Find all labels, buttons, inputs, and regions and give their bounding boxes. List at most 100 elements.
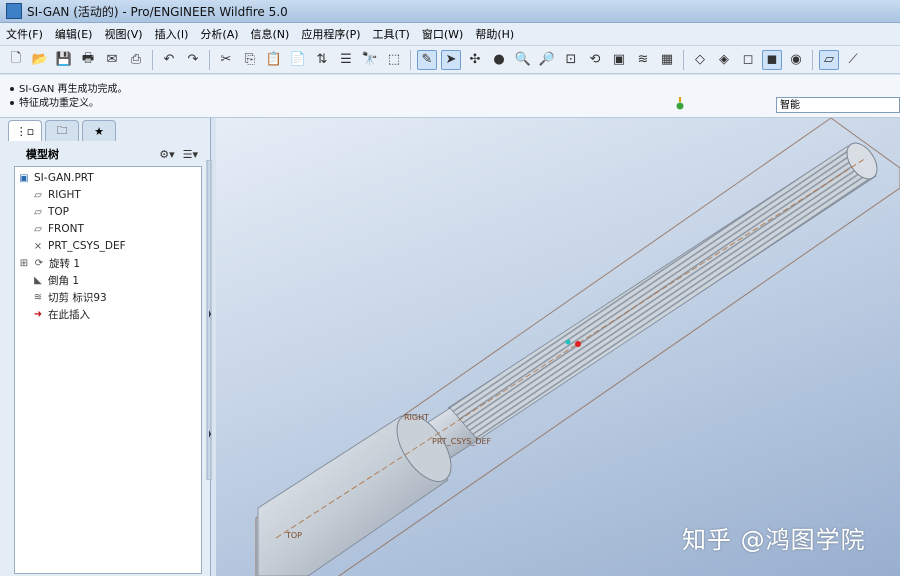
- message-area: SI-GAN 再生成功完成。 特征成功重定义。: [0, 75, 900, 118]
- threaded-shaft: [447, 145, 877, 441]
- toolbar-separator: [812, 49, 813, 70]
- regen-manager-icon[interactable]: ☰: [336, 50, 356, 70]
- tab-model-tree[interactable]: ⋮▫: [8, 120, 42, 141]
- panel-splitter[interactable]: [206, 160, 212, 480]
- tree-item-right[interactable]: ▱ RIGHT: [31, 187, 81, 203]
- menu-analysis[interactable]: 分析(A): [194, 26, 244, 42]
- hidden-line-icon[interactable]: ◈: [714, 50, 734, 70]
- search-icon[interactable]: 🔭: [360, 50, 380, 70]
- csys-icon: ⨯: [33, 240, 43, 252]
- tab-favorites[interactable]: ★: [82, 120, 116, 141]
- regenerate-icon[interactable]: ⇅: [312, 50, 332, 70]
- print-icon[interactable]: 🖶: [78, 50, 98, 70]
- refit-icon[interactable]: ⊡: [561, 50, 581, 70]
- redo-icon[interactable]: ↷: [183, 50, 203, 70]
- datum-plane-display-icon[interactable]: ▱: [819, 49, 839, 70]
- datum-label-right: RIGHT: [404, 413, 429, 422]
- navigator-tabs: ⋮▫ 🗀 ★: [8, 120, 119, 142]
- layers-icon[interactable]: ≋: [633, 50, 653, 70]
- spin-center-icon[interactable]: ✣: [465, 50, 485, 70]
- tree-settings-icon[interactable]: ⚙▾: [159, 148, 174, 161]
- csys-marker: [565, 339, 571, 345]
- select-box-icon[interactable]: ⬚: [384, 50, 404, 70]
- tree-item-top[interactable]: ▱ TOP: [31, 204, 69, 220]
- csys-marker: [575, 341, 581, 347]
- copy-icon[interactable]: ⎘: [240, 50, 260, 70]
- tab-folder-browser[interactable]: 🗀: [45, 120, 79, 141]
- datum-axis-display-icon[interactable]: ⟋: [843, 50, 863, 70]
- paste-special-icon[interactable]: 📄: [288, 50, 308, 70]
- undo-icon[interactable]: ↶: [159, 50, 179, 70]
- menu-info[interactable]: 信息(N): [245, 26, 296, 42]
- zoom-in-icon[interactable]: 🔍: [513, 50, 533, 70]
- new-file-icon[interactable]: 🗋: [6, 50, 26, 70]
- model-tree-header: 模型树 ⚙▾ ☰▾: [8, 144, 202, 164]
- model-tree: ▣ SI-GAN.PRT ▱ RIGHT ▱ TOP ▱ FRONT ⨯ PRT…: [14, 166, 202, 574]
- menu-edit[interactable]: 编辑(E): [49, 26, 99, 42]
- saved-views-icon[interactable]: ▣: [609, 50, 629, 70]
- datum-plane-icon: ▱: [34, 206, 42, 218]
- menu-bar: 文件(F) 编辑(E) 视图(V) 插入(I) 分析(A) 信息(N) 应用程序…: [0, 23, 900, 46]
- no-hidden-icon[interactable]: ◻: [738, 50, 758, 70]
- menu-file[interactable]: 文件(F): [0, 26, 49, 42]
- model-view[interactable]: RIGHT PRT_CSYS_DEF TOP: [216, 118, 900, 576]
- wireframe-icon[interactable]: ◇: [690, 50, 710, 70]
- status-light-icon: [676, 97, 684, 110]
- datum-plane-icon: ▱: [34, 223, 42, 235]
- reorient-icon[interactable]: ⟲: [585, 50, 605, 70]
- model-tree-icon: ⋮▫: [15, 124, 35, 138]
- message-line: 特征成功重定义。: [10, 94, 99, 109]
- chamfer-icon: ◣: [34, 274, 42, 286]
- tree-item-insert-here[interactable]: ➜ 在此插入: [31, 306, 90, 322]
- navigator-panel: ⋮▫ 🗀 ★ 模型树 ⚙▾ ☰▾ ▣ SI-GAN.PRT ▱ RIGHT ▱ …: [0, 118, 211, 576]
- toolbar-separator: [209, 49, 210, 70]
- tree-item-cut[interactable]: ≋ 切剪 标识93: [31, 289, 107, 305]
- enhanced-realism-icon[interactable]: ◉: [786, 50, 806, 70]
- app-icon: [6, 3, 22, 19]
- tree-columns-icon[interactable]: ☰▾: [183, 148, 198, 161]
- open-folder-icon[interactable]: 📂: [30, 50, 50, 70]
- main-toolbar: 🗋 📂 💾 🖶 ✉ ⎙ ↶ ↷ ✂ ⎘ 📋 📄 ⇅ ☰ 🔭 ⬚ ✎ ➤ ✣ ● …: [0, 46, 900, 74]
- cut-icon: ≋: [33, 291, 43, 303]
- model-tree-tools: ⚙▾ ☰▾: [159, 148, 202, 161]
- menu-help[interactable]: 帮助(H): [469, 26, 520, 42]
- title-bar: SI-GAN (活动的) - Pro/ENGINEER Wildfire 5.0: [0, 0, 900, 23]
- toolbar-separator: [152, 49, 153, 70]
- save-icon[interactable]: 💾: [54, 50, 74, 70]
- tree-item-chamfer[interactable]: ◣ 倒角 1: [31, 272, 79, 288]
- cut-icon[interactable]: ✂: [216, 50, 236, 70]
- view-manager-icon[interactable]: ▦: [657, 50, 677, 70]
- part-icon: ▣: [19, 172, 29, 184]
- watermark: 知乎 @鸿图学院: [682, 526, 866, 554]
- select-mode-icon[interactable]: ➤: [441, 49, 461, 70]
- zoom-out-icon[interactable]: 🔎: [537, 50, 557, 70]
- folder-icon: 🗀: [56, 123, 68, 137]
- selection-filter[interactable]: 智能: [776, 97, 900, 113]
- send-icon[interactable]: ⎙: [126, 50, 146, 70]
- expand-icon[interactable]: ⊞: [19, 258, 29, 269]
- menu-insert[interactable]: 插入(I): [149, 26, 195, 42]
- toolbar-separator: [410, 49, 411, 70]
- datum-plane-icon: ▱: [34, 189, 42, 201]
- sketch-icon[interactable]: ✎: [417, 49, 437, 70]
- tree-item-part[interactable]: ▣ SI-GAN.PRT: [17, 170, 93, 186]
- tree-item-revolve[interactable]: ⊞ ⟳ 旋转 1: [19, 255, 80, 271]
- datum-label-top: TOP: [285, 531, 302, 540]
- menu-view[interactable]: 视图(V): [98, 26, 148, 42]
- window-title: SI-GAN (活动的) - Pro/ENGINEER Wildfire 5.0: [27, 4, 288, 19]
- paste-icon[interactable]: 📋: [264, 50, 284, 70]
- tree-item-front[interactable]: ▱ FRONT: [31, 221, 84, 237]
- tree-item-csys[interactable]: ⨯ PRT_CSYS_DEF: [31, 238, 126, 254]
- graphics-viewport[interactable]: RIGHT PRT_CSYS_DEF TOP: [216, 118, 900, 576]
- model-tree-title: 模型树: [26, 148, 59, 161]
- email-icon[interactable]: ✉: [102, 50, 122, 70]
- favorites-icon: ★: [94, 124, 104, 138]
- menu-applications[interactable]: 应用程序(P): [295, 26, 366, 42]
- shading-icon[interactable]: ●: [489, 50, 509, 70]
- datum-label-csys: PRT_CSYS_DEF: [432, 437, 492, 446]
- menu-tools[interactable]: 工具(T): [367, 26, 416, 42]
- shaded-icon[interactable]: ◼: [762, 49, 782, 70]
- menu-window[interactable]: 窗口(W): [416, 26, 469, 42]
- toolbar-separator: [683, 49, 684, 70]
- insert-here-icon: ➜: [33, 308, 43, 320]
